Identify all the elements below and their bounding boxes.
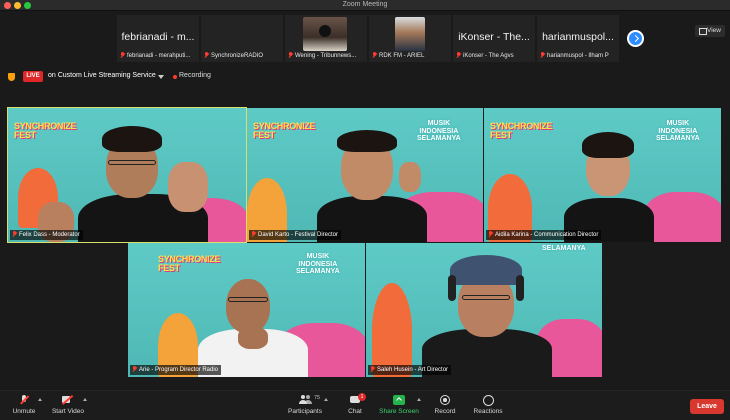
share-screen-icon [393, 395, 405, 405]
participant-name-label: Aidila Karina - Communication Director [486, 230, 602, 240]
fest-logo: SYNCHRONIZE FEST [253, 121, 316, 140]
thumbnail[interactable]: harianmuspol... harianmuspol - Ilham P [537, 15, 619, 62]
video-tile[interactable]: SYNCHRONIZE FEST MUSIK INDONESIA SELAMANYA … [484, 108, 721, 242]
thumbnail-name: iKonser - The... [458, 31, 530, 43]
decor-shape [644, 192, 721, 242]
title-bar: Zoom Meeting [0, 0, 730, 11]
start-video-button[interactable]: Start Video [50, 391, 86, 420]
leave-button[interactable]: Leave [690, 399, 724, 414]
chevron-up-icon[interactable] [324, 398, 328, 401]
thumbnail-name: harianmuspol... [542, 31, 614, 43]
participant-video [395, 17, 425, 51]
mic-muted-icon [204, 52, 209, 58]
participant-video [38, 122, 208, 242]
window-title: Zoom Meeting [342, 1, 388, 8]
record-button[interactable]: Record [430, 391, 460, 420]
mic-muted-icon [288, 52, 293, 58]
chevron-up-icon[interactable] [38, 398, 42, 401]
thumbnail[interactable]: RDK FM - ARIEL [369, 15, 451, 62]
thumbnail-label: iKonser - The Agvs [456, 52, 533, 59]
participant-name-label: David Karto - Festival Director [249, 230, 342, 240]
mic-muted-icon [372, 52, 377, 58]
video-overlay-icon [319, 25, 331, 37]
chevron-up-icon[interactable] [417, 398, 421, 401]
participants-count: 75 [314, 395, 321, 401]
video-tile[interactable]: SELAMANYA Saleh Husein - Art Director [366, 243, 602, 377]
participant-strip: febrianadi - m... febrianadi - merahputi… [0, 11, 730, 67]
live-service-label[interactable]: on Custom Live Streaming Service [48, 72, 156, 79]
headphones-icon [448, 275, 456, 301]
thumbnail-name: febrianadi - m... [121, 31, 195, 43]
reactions-button[interactable]: Reactions [470, 391, 506, 420]
mic-muted-icon [488, 231, 493, 237]
reactions-icon [482, 395, 494, 406]
thumbnail-label: harianmuspol - Ilham P [540, 52, 617, 59]
video-tile[interactable]: SYNCHRONIZE FEST MUSIK INDONESIA SELAMANYA … [128, 243, 365, 377]
view-button[interactable]: View [695, 25, 725, 37]
musik-indonesia-logo: MUSIK INDONESIA SELAMANYA [656, 120, 700, 142]
decor-shape [372, 283, 412, 377]
next-page-arrow-icon[interactable] [627, 30, 644, 47]
recording-status: Recording [179, 72, 211, 79]
glasses-icon [462, 295, 510, 300]
hand [168, 162, 208, 212]
thumbnail-label: Wening - Tribunnews... [288, 52, 365, 59]
mic-muted-icon [370, 366, 375, 372]
shield-icon[interactable] [8, 73, 15, 81]
video-tile[interactable]: SYNCHRONIZE FEST MUSIK INDONESIA SELAMANYA … [247, 108, 483, 242]
person-hair [337, 130, 397, 152]
unmute-button[interactable]: Unmute [8, 391, 40, 420]
person-hair [102, 126, 162, 152]
participant-name-label: Felix Dass - Moderator [10, 230, 83, 240]
thumbnail-label: SynchronizeRADIO [204, 52, 281, 59]
headphones-icon [516, 275, 524, 301]
camera-off-icon [62, 395, 74, 405]
mic-muted-icon [456, 52, 461, 58]
meeting-toolbar: Unmute Start Video Participants 75 Chat … [0, 390, 730, 420]
record-icon [439, 395, 451, 405]
mic-muted-icon [12, 231, 17, 237]
glasses-icon [228, 297, 268, 302]
mic-muted-icon [132, 366, 137, 372]
participant-video [564, 132, 654, 242]
participant-video [198, 273, 308, 377]
recording-dot-icon [173, 75, 177, 79]
mic-muted-icon [18, 395, 30, 405]
live-badge[interactable]: LIVE [23, 71, 43, 82]
person-head [226, 279, 270, 333]
fest-logo: SYNCHRONIZE FEST [158, 254, 221, 273]
participants-icon [299, 395, 311, 405]
hand [399, 162, 421, 192]
mic-muted-icon [540, 52, 545, 58]
cap [450, 255, 522, 285]
live-status-bar: LIVE on Custom Live Streaming Service Re… [0, 67, 730, 87]
share-screen-button[interactable]: Share Screen [378, 391, 420, 420]
fest-logo: SYNCHRONIZE FEST [14, 121, 77, 140]
participant-video [317, 128, 427, 242]
video-tile[interactable]: SYNCHRONIZE FEST Felix Dass - Moderator [7, 107, 247, 243]
mic-muted-icon [120, 52, 125, 58]
thumbnail[interactable]: Wening - Tribunnews... [285, 15, 367, 62]
mic-muted-icon [251, 231, 256, 237]
participant-video [422, 249, 552, 377]
thumbnail[interactable]: SynchronizeRADIO [201, 15, 283, 62]
participant-name-label: Arie - Program Director Radio [130, 365, 222, 375]
chevron-down-icon[interactable] [158, 75, 164, 79]
glasses-icon [108, 160, 156, 165]
hand [238, 327, 268, 349]
participant-name-label: Saleh Husein - Art Director [368, 365, 452, 375]
person-hair [582, 132, 634, 158]
fest-logo: SYNCHRONIZE FEST [490, 121, 553, 140]
thumbnail[interactable]: febrianadi - m... febrianadi - merahputi… [117, 15, 199, 62]
chevron-up-icon[interactable] [83, 398, 87, 401]
chat-unread-badge: 1 [358, 393, 366, 401]
thumbnail-label: febrianadi - merahputi... [120, 52, 197, 59]
thumbnail[interactable]: iKonser - The... iKonser - The Agvs [453, 15, 535, 62]
thumbnail-label: RDK FM - ARIEL [372, 52, 449, 59]
